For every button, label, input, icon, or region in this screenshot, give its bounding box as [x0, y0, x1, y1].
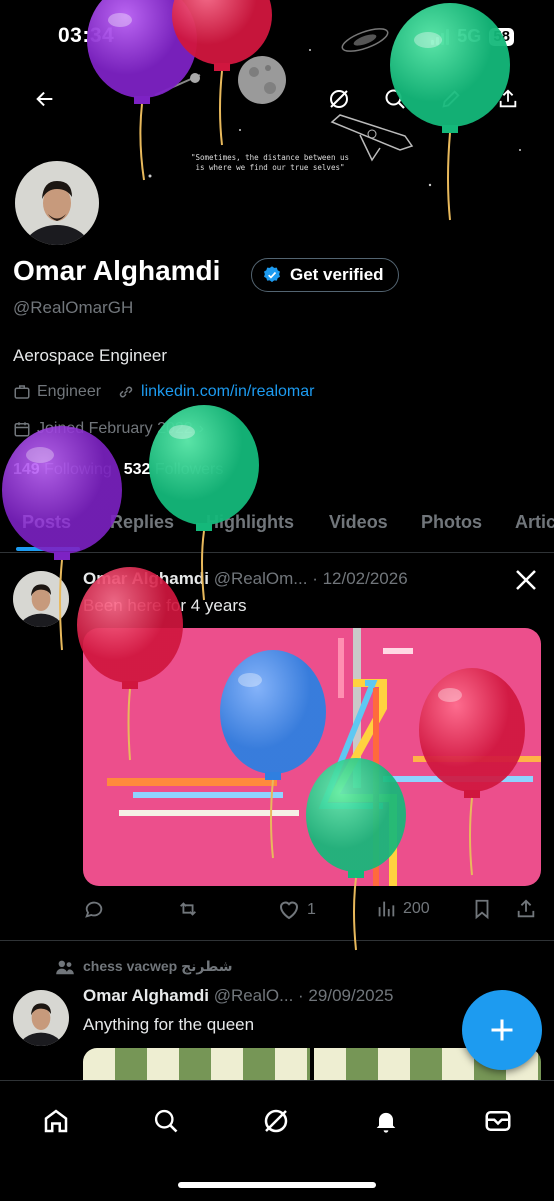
share-icon: [517, 899, 535, 918]
like-button[interactable]: 1: [277, 898, 316, 922]
reply-icon: [85, 901, 103, 918]
followers-count: 532: [123, 461, 151, 478]
follow-stats: 149 Following 532 Followers: [13, 461, 223, 479]
link-icon: [119, 386, 133, 398]
home-indicator: [178, 1182, 376, 1188]
avatar-image: [15, 161, 99, 245]
profile-meta: Engineer linkedin.com/in/realomar: [13, 383, 314, 401]
tab-articles[interactable]: Artic: [515, 512, 554, 533]
post-date: · 12/02/2026: [312, 569, 408, 588]
post-author-name[interactable]: Omar Alghamdi: [83, 986, 209, 1005]
profile-category: Engineer: [37, 383, 102, 400]
profile-tabs: Posts Replies Highlights Videos Photos A…: [0, 500, 554, 553]
profile-name: Omar Alghamdi: [13, 255, 221, 286]
followers-link[interactable]: 532 Followers: [124, 461, 224, 479]
grok-button[interactable]: [322, 82, 356, 116]
following-label: Following: [44, 461, 112, 478]
share-button[interactable]: [491, 82, 525, 116]
post-text: Been here for 4 years: [83, 596, 247, 615]
mail-icon: [485, 1111, 511, 1131]
arrow-left-icon: [36, 91, 53, 107]
post-avatar[interactable]: [13, 571, 69, 627]
following-link[interactable]: 149 Following: [13, 461, 112, 479]
search-icon: [385, 89, 405, 109]
search-icon: [154, 1109, 178, 1133]
post-date: · 29/09/2025: [298, 986, 394, 1005]
battery-icon: 58: [489, 27, 514, 46]
pencil-icon: [442, 90, 460, 108]
edit-button[interactable]: [434, 82, 468, 116]
back-button[interactable]: [28, 82, 62, 116]
reply-button[interactable]: [83, 898, 105, 920]
avatar-image: [13, 990, 69, 1046]
briefcase-icon: [14, 385, 30, 399]
post-divider: [0, 940, 554, 941]
media-image-4: [107, 628, 541, 886]
nav-search[interactable]: [146, 1101, 186, 1141]
repost-icon: [180, 902, 196, 916]
post-author-handle: @RealOm...: [213, 569, 308, 588]
following-count: 149: [13, 461, 40, 478]
home-icon: [44, 1109, 68, 1133]
post-text: Anything for the queen: [83, 1015, 255, 1034]
nav-notifications[interactable]: [366, 1101, 406, 1141]
followers-label: Followers: [154, 461, 224, 478]
post-avatar[interactable]: [13, 990, 69, 1046]
like-count: 1: [307, 901, 316, 918]
post-header: Omar Alghamdi @RealOm... · 12/02/2026: [83, 569, 408, 589]
nav-messages[interactable]: [478, 1101, 518, 1141]
tab-posts[interactable]: Posts: [22, 512, 71, 533]
post-header: Omar Alghamdi @RealO... · 29/09/2025: [83, 986, 394, 1006]
nav-home[interactable]: [36, 1101, 76, 1141]
heart-icon: [279, 901, 299, 920]
avatar-image: [13, 571, 69, 627]
search-button[interactable]: [378, 82, 412, 116]
bookmark-icon: [475, 899, 489, 920]
share-icon: [499, 89, 517, 108]
x-logo-icon: [514, 568, 538, 597]
profile-link[interactable]: linkedin.com/in/realomar: [141, 383, 314, 401]
calendar-icon: [14, 422, 30, 437]
post-author-name[interactable]: Omar Alghamdi: [83, 569, 209, 588]
bookmark-button[interactable]: [471, 898, 493, 920]
get-verified-label: Get verified: [290, 265, 384, 284]
nav-grok[interactable]: [256, 1101, 296, 1141]
profile-handle: @RealOmarGH: [13, 298, 134, 317]
tab-videos[interactable]: Videos: [329, 512, 388, 533]
grok-icon: [264, 1109, 288, 1133]
banner-quote: "Sometimes, the distance between us is w…: [190, 153, 350, 172]
bar-chart-icon: [378, 901, 395, 917]
profile-bio: Aerospace Engineer: [13, 346, 168, 365]
views-button[interactable]: 200: [375, 898, 430, 920]
social-context-label: chess vacwep شطرنج: [83, 958, 233, 974]
community-icon: [56, 960, 74, 974]
tab-photos[interactable]: Photos: [421, 512, 482, 533]
view-count: 200: [403, 900, 430, 917]
status-time: 03:34: [58, 24, 115, 47]
network-label: 5G: [457, 26, 482, 46]
post-author-handle: @RealO...: [213, 986, 294, 1005]
status-indicators: 5G 58: [431, 26, 514, 47]
active-tab-indicator: [16, 547, 80, 551]
grok-icon: [330, 90, 348, 108]
get-verified-button[interactable]: Get verified: [251, 258, 399, 292]
plus-icon: [491, 1019, 513, 1041]
post-social-context[interactable]: chess vacwep شطرنج: [55, 958, 233, 975]
profile-joined[interactable]: Joined February 2022 ›: [13, 420, 204, 438]
tab-replies[interactable]: Replies: [110, 512, 174, 533]
post-media[interactable]: [83, 628, 541, 886]
repost-button[interactable]: [177, 898, 199, 920]
post-share-button[interactable]: [515, 898, 537, 920]
post-actions: 1 200: [83, 898, 543, 924]
chevron-right-icon: ›: [198, 420, 204, 437]
bell-icon: [376, 1112, 396, 1133]
joined-label: Joined February 2022: [37, 420, 193, 437]
tab-highlights[interactable]: Highlights: [206, 512, 294, 533]
signal-icon: [431, 28, 450, 45]
verified-badge-icon: [264, 266, 280, 283]
profile-avatar[interactable]: [12, 158, 102, 248]
compose-button[interactable]: [462, 990, 542, 1070]
